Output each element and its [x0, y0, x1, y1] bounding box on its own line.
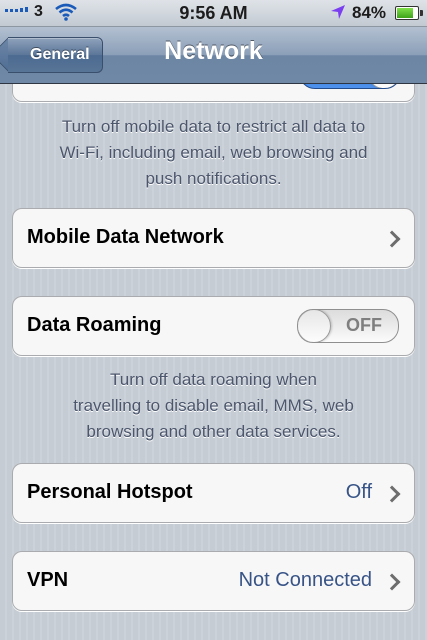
chevron-right-icon: [383, 230, 401, 248]
data-roaming-row: Data Roaming OFF: [12, 296, 415, 356]
row-label: VPN: [27, 569, 69, 591]
row-value: Off: [345, 481, 372, 503]
data-roaming-footer: Turn off data roaming when travelling to…: [20, 367, 407, 445]
back-button-label: General: [30, 46, 90, 63]
toggle-knob: [298, 310, 331, 342]
data-roaming-toggle[interactable]: OFF: [297, 309, 399, 343]
chevron-right-icon: [383, 485, 401, 503]
personal-hotspot-row[interactable]: Personal Hotspot Off: [12, 463, 415, 523]
battery-percent: 84%: [352, 3, 387, 22]
vpn-row[interactable]: VPN Not Connected: [12, 551, 415, 611]
toggle-state: OFF: [346, 315, 382, 335]
row-label: Personal Hotspot: [27, 481, 193, 503]
row-value: Not Connected: [238, 569, 372, 591]
status-bar: 3 9:56 AM 84%: [0, 0, 427, 27]
navigation-bar: General Network: [0, 27, 427, 84]
battery-icon: [395, 6, 423, 20]
row-label: Data Roaming: [27, 314, 162, 336]
mobile-data-footer: Turn off mobile data to restrict all dat…: [20, 114, 407, 192]
footer-line: Turn off data roaming when: [110, 370, 317, 389]
location-arrow-icon: [330, 4, 346, 25]
footer-line: Turn off mobile data to restrict all dat…: [61, 117, 366, 136]
footer-line: travelling to disable email, MMS, web: [73, 396, 354, 415]
row-label: Mobile Data Network: [27, 226, 224, 248]
footer-line: push notifications.: [145, 169, 282, 188]
chevron-right-icon: [383, 573, 401, 591]
mobile-data-network-row[interactable]: Mobile Data Network: [12, 208, 415, 268]
footer-line: Wi-Fi, including email, web browsing and: [59, 143, 368, 162]
footer-line: browsing and other data services.: [86, 422, 341, 441]
